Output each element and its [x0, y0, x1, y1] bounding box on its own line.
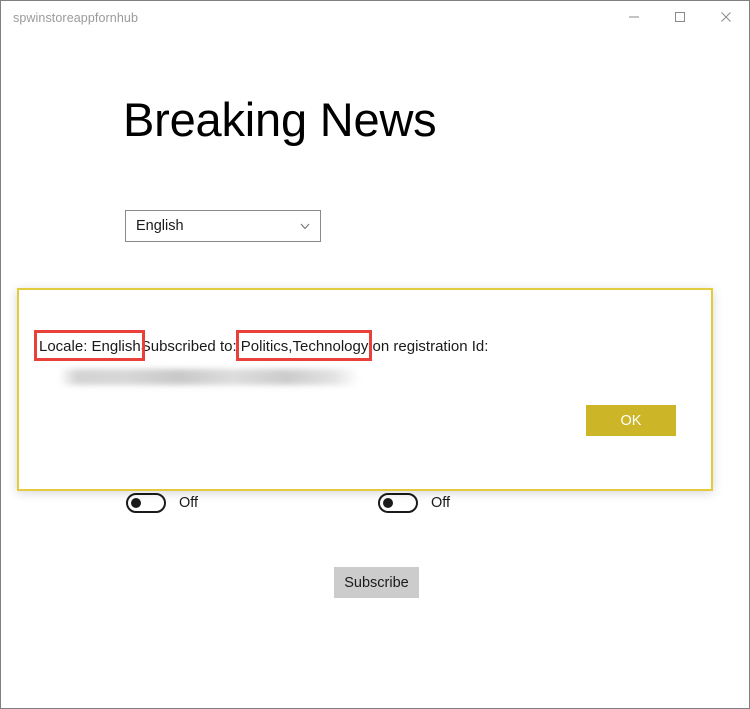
dialog-message: Locale: English Subscribed to: Politics,… — [34, 330, 489, 361]
page-title: Breaking News — [123, 93, 437, 146]
dialog-message-tail: on registration Id: — [368, 338, 489, 355]
message-dialog: Locale: English Subscribed to: Politics,… — [17, 288, 713, 491]
registration-id-redacted — [59, 369, 359, 385]
app-window: spwinstoreappfornhub Breaking News Engli… — [0, 0, 750, 709]
close-icon — [720, 11, 732, 23]
minimize-icon — [628, 11, 640, 23]
annotated-locale-text: Locale: English — [34, 330, 145, 361]
locale-dropdown[interactable]: English — [125, 210, 321, 242]
window-title: spwinstoreappfornhub — [13, 11, 138, 25]
maximize-icon — [674, 11, 686, 23]
toggle-switch-first[interactable] — [126, 493, 166, 513]
window-controls — [611, 1, 749, 33]
toggle-switch-second[interactable] — [378, 493, 418, 513]
minimize-button[interactable] — [611, 1, 657, 33]
toggle-label-first: Off — [179, 495, 199, 511]
annotated-topics-text: Politics,Technology — [235, 330, 372, 361]
toggle-row-first[interactable]: Off — [126, 493, 198, 513]
title-bar: spwinstoreappfornhub — [1, 1, 749, 37]
subscribe-button[interactable]: Subscribe — [334, 567, 419, 598]
ok-button[interactable]: OK — [586, 405, 676, 436]
close-button[interactable] — [703, 1, 749, 33]
toggle-label-second: Off — [431, 495, 451, 511]
dialog-message-middle: Subscribed to: — [140, 338, 241, 355]
toggle-knob — [383, 498, 393, 508]
toggle-knob — [131, 498, 141, 508]
chevron-down-icon — [298, 219, 312, 233]
toggle-row-second[interactable]: Off — [378, 493, 450, 513]
maximize-button[interactable] — [657, 1, 703, 33]
locale-dropdown-value: English — [136, 218, 184, 234]
